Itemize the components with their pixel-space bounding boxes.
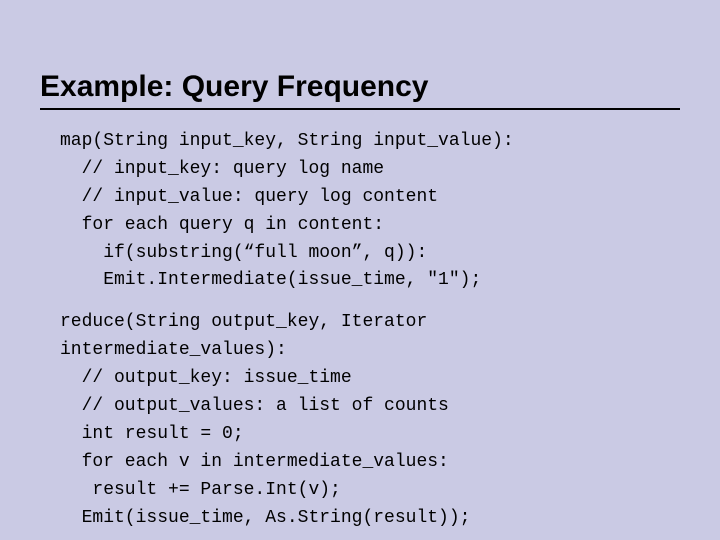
code-line: reduce(String output_key, Iterator [60, 312, 427, 332]
code-line: // output_values: a list of counts [60, 396, 449, 416]
code-line: intermediate_values): [60, 340, 287, 360]
code-line: int result = 0; [60, 424, 244, 444]
code-line: // output_key: issue_time [60, 368, 352, 388]
code-line: for each v in intermediate_values: [60, 452, 449, 472]
slide-title: Example: Query Frequency [40, 70, 680, 110]
code-line: // input_key: query log name [60, 159, 384, 179]
code-block: map(String input_key, String input_value… [40, 128, 680, 532]
code-line: result += Parse.Int(v); [60, 480, 341, 500]
code-line: Emit.Intermediate(issue_time, "1"); [60, 270, 481, 290]
slide: Example: Query Frequency map(String inpu… [0, 0, 720, 540]
code-line: if(substring(“full moon”, q)): [60, 243, 427, 263]
code-line: map(String input_key, String input_value… [60, 131, 514, 151]
code-line: for each query q in content: [60, 215, 384, 235]
code-line: Emit(issue_time, As.String(result)); [60, 508, 470, 528]
code-line: // input_value: query log content [60, 187, 438, 207]
